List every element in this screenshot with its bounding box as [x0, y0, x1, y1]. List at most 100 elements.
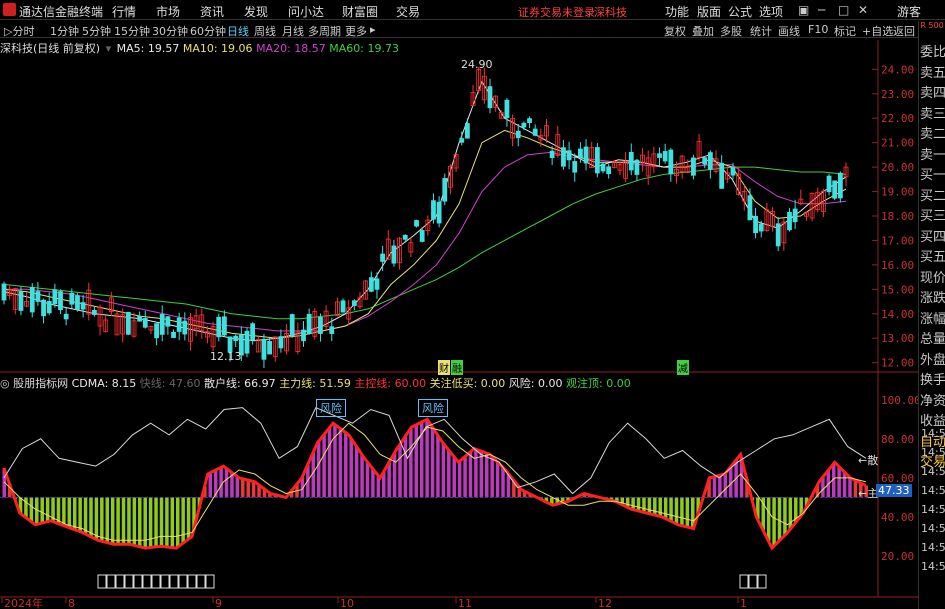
event-label-jian[interactable]: 减 [677, 360, 689, 375]
indicator-bar [468, 452, 473, 498]
indicator-bar [685, 497, 690, 527]
indicator-bar [392, 453, 397, 498]
indicator-gear-icon[interactable]: ◎ [0, 377, 10, 390]
side-label[interactable]: 卖二 [920, 125, 945, 145]
side-time: 14:56 [921, 522, 945, 535]
side-label[interactable]: 现价 [920, 269, 945, 289]
indicator-bar [663, 497, 668, 519]
candle-body [775, 223, 781, 247]
candle-body [41, 299, 46, 317]
candle-body [792, 208, 798, 223]
ma5-label: MA5: 19.57 [116, 42, 180, 55]
indicator-bar [94, 497, 99, 540]
indicator-bar [116, 497, 120, 545]
side-label[interactable]: 买三 [920, 207, 945, 227]
side-label[interactable]: 涨幅 [920, 310, 945, 330]
candle-body [351, 300, 357, 307]
candle-body [261, 338, 267, 360]
candle-body [380, 253, 386, 262]
chart-canvas[interactable]: 24.00 23.00 22.00 21.00 20.00 19.00 18.00 17.00… [0, 0, 918, 609]
side-label[interactable]: 买一 [920, 166, 945, 186]
side-label[interactable]: 买四 [920, 228, 945, 248]
indicator-bar [127, 497, 131, 545]
candle-body [753, 215, 758, 234]
indicator-bar [40, 497, 44, 524]
candle-body [414, 220, 419, 227]
signal-box [739, 574, 749, 589]
candle-body [527, 118, 532, 124]
date-label: 9 [215, 597, 222, 609]
candle-body [18, 291, 24, 311]
side-label[interactable]: 卖三 [920, 105, 945, 125]
indicator-bar [436, 435, 440, 498]
indicator-bar [132, 497, 137, 546]
candle-body [436, 201, 442, 224]
indicator-bar [485, 453, 489, 498]
side-label[interactable]: 涨跌 [920, 289, 945, 309]
price-tick-label: 20.00 [881, 161, 914, 174]
candle-body [521, 122, 527, 128]
indicator-bar [62, 497, 66, 526]
side-label[interactable]: 换手 [920, 371, 945, 391]
side-time: 14:56 [921, 560, 945, 573]
indicator-name[interactable]: 股朋指标网 [13, 377, 68, 390]
candle-body [250, 323, 256, 341]
ind-retail: 散户线: 66.97 [203, 377, 276, 390]
side-label[interactable]: 买二 [920, 187, 945, 207]
side-label[interactable]: 总量 [920, 330, 945, 350]
candle-body [63, 313, 69, 320]
price-tick-label: 18.00 [881, 210, 914, 223]
price-tick-label: 24.00 [881, 63, 914, 76]
side-label[interactable]: 外盘 [920, 351, 945, 371]
event-label-cai[interactable]: 财 [438, 360, 450, 375]
side-label[interactable]: 卖一 [920, 146, 945, 166]
dropdown-icon[interactable]: ▾ [106, 42, 112, 55]
ind-fast: 快线: 47.60 [139, 377, 201, 390]
candle-body [747, 195, 753, 221]
indicator-bar [837, 466, 841, 498]
signal-box [178, 574, 188, 589]
indicator-bar [430, 426, 435, 498]
side-label[interactable]: 委比 [920, 43, 945, 63]
indicator-bar [783, 497, 787, 536]
candle-body [826, 175, 832, 193]
side-label[interactable]: 卖五 [920, 64, 945, 84]
indicator-bar [647, 497, 652, 514]
indicator-bar [316, 441, 321, 498]
candle-body [1, 283, 7, 301]
indicator-legend: ◎ 股朋指标网 CDMA: 8.15 快线: 47.60 散户线: 66.97 … [0, 375, 631, 391]
indicator-bar [110, 497, 115, 544]
indicator-bar [241, 478, 245, 498]
side-label[interactable]: 卖四 [920, 84, 945, 104]
indicator-bar [772, 497, 776, 547]
event-label-rong[interactable]: 融 [451, 360, 463, 375]
candle-body [549, 150, 555, 159]
candle-body [532, 128, 538, 136]
main-chart-title: 深科技(日线 前复权) [0, 42, 101, 55]
price-tick-label: 17.00 [881, 234, 914, 247]
indicator-bar [78, 497, 82, 532]
candle-body [504, 99, 510, 119]
ind-risk: 风险: 0.00 [508, 377, 563, 390]
candle-body [171, 331, 176, 338]
indicator-bar [457, 461, 462, 498]
indicator-bar [338, 428, 343, 498]
indicator-bar [371, 468, 375, 498]
indicator-bar [474, 449, 478, 498]
price-tick-label: 15.00 [881, 283, 914, 296]
candle-body [657, 153, 662, 158]
signal-box [205, 574, 215, 589]
ma20-label: MA20: 18.57 [256, 42, 326, 55]
side-label[interactable]: 净资 [920, 392, 945, 412]
signal-box [142, 574, 152, 589]
ind-top: 观注顶: 0.00 [566, 377, 631, 390]
signal-box [97, 574, 107, 589]
indicator-bar [495, 461, 500, 498]
date-label: 10 [340, 597, 354, 609]
side-label[interactable]: 买五 [920, 248, 945, 268]
indicator-bar [181, 497, 185, 544]
candle-body [832, 180, 838, 199]
value-box: 47.33 [876, 484, 912, 497]
ind-main: 主力线: 51.59 [279, 377, 351, 390]
candle-body [402, 234, 408, 240]
